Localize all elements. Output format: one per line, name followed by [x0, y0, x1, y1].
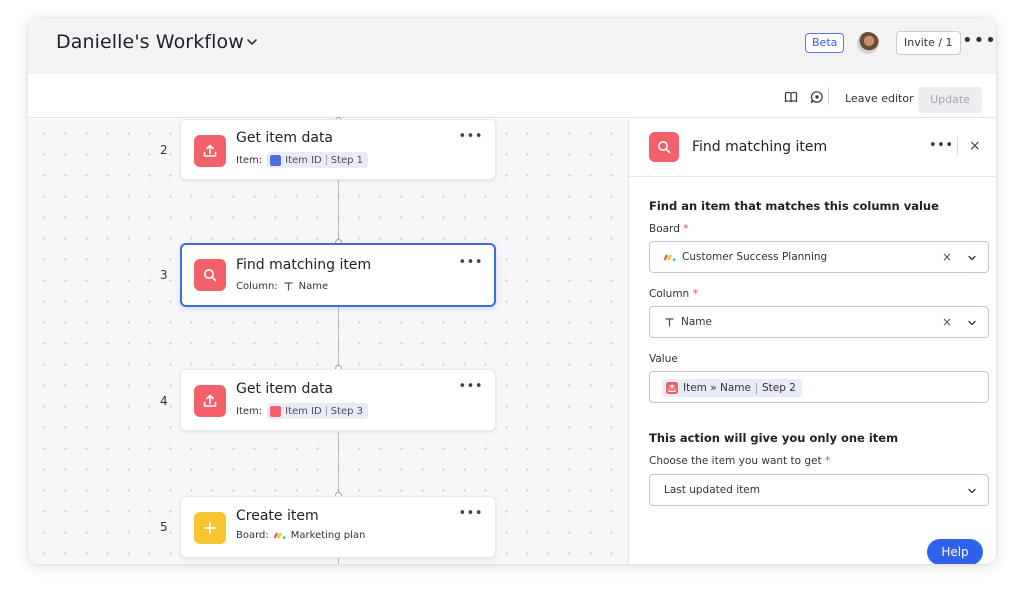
- required-mark: *: [824, 455, 831, 467]
- chip-step: Step 3: [330, 405, 364, 417]
- text-column-icon: [284, 282, 293, 291]
- step-title: Create item: [236, 508, 319, 524]
- value-token-text: Item » Name: [683, 382, 751, 394]
- step-summary: Item: Item ID Step 3: [236, 403, 369, 419]
- clear-column-icon[interactable]: ×: [942, 315, 952, 329]
- board-logo-icon: [664, 254, 676, 261]
- leave-editor-button[interactable]: Leave editor: [845, 92, 914, 105]
- board-value: Customer Success Planning: [682, 251, 828, 263]
- step-field-label: Column:: [236, 281, 278, 292]
- column-value: Name: [681, 316, 712, 328]
- upload-icon: [194, 385, 226, 417]
- connector-line: [338, 432, 339, 496]
- toolbar-divider: [828, 87, 829, 105]
- workflow-step-card[interactable]: Create item Board: Marketing plan •••: [180, 496, 496, 558]
- workflow-header: Danielle's Workflow Beta Invite / 1 •••: [28, 18, 996, 74]
- choose-item-label: Choose the item you want to get *: [649, 455, 830, 467]
- text-column-icon: [665, 317, 674, 326]
- step-title: Find matching item: [236, 257, 372, 273]
- column-select-value: Name: [664, 316, 712, 328]
- section-title: Find an item that matches this column va…: [649, 199, 939, 213]
- more-options-icon[interactable]: •••: [962, 32, 996, 50]
- beta-badge: Beta: [805, 33, 845, 53]
- step-config-panel: Find matching item ••• × Find an item th…: [628, 119, 996, 564]
- chevron-down-icon[interactable]: [966, 252, 978, 264]
- connector-line: [338, 558, 339, 564]
- chevron-down-icon[interactable]: [966, 317, 978, 329]
- workflow-step-card-selected[interactable]: Find matching item Column: Name •••: [180, 243, 496, 307]
- required-mark: *: [692, 288, 698, 300]
- search-icon: [649, 132, 679, 162]
- item-choice-value: Last updated item: [664, 484, 760, 496]
- item-id-chip[interactable]: Item ID Step 3: [267, 403, 369, 419]
- editor-toolbar: Leave editor Update: [28, 74, 996, 118]
- step-summary: Item: Item ID Step 1: [236, 152, 369, 168]
- board-select-value: Customer Success Planning: [664, 251, 827, 263]
- step-number: 3: [160, 268, 168, 282]
- step-summary: Board: Marketing plan: [236, 530, 365, 541]
- search-icon: [270, 405, 282, 417]
- chip-step: Step 1: [330, 154, 364, 166]
- panel-header-divider: [957, 137, 958, 155]
- column-select[interactable]: Name ×: [649, 306, 989, 338]
- board-logo-icon: [273, 532, 286, 539]
- required-mark: *: [683, 223, 689, 235]
- panel-more-icon[interactable]: •••: [929, 138, 954, 153]
- upload-icon: [666, 382, 678, 394]
- step-field-label: Board:: [236, 530, 269, 541]
- clear-board-icon[interactable]: ×: [942, 250, 952, 264]
- search-icon: [194, 259, 226, 291]
- step-summary: Column: Name: [236, 281, 328, 292]
- step-number: 2: [160, 143, 168, 157]
- column-label: Column *: [649, 288, 698, 300]
- panel-title: Find matching item: [692, 139, 828, 155]
- board-label: Board *: [649, 223, 688, 235]
- value-label: Value: [649, 353, 678, 365]
- step-number: 4: [160, 394, 168, 408]
- update-button[interactable]: Update: [918, 87, 982, 113]
- item-id-chip[interactable]: Item ID Step 1: [267, 152, 369, 168]
- chevron-down-icon[interactable]: [966, 485, 978, 497]
- chip-text: Item ID: [285, 154, 322, 166]
- item-choice-select[interactable]: Last updated item: [649, 474, 989, 506]
- workflow-step-card[interactable]: Get item data Item: Item ID Step 1 •••: [180, 119, 496, 180]
- card-more-icon[interactable]: •••: [458, 506, 483, 521]
- chat-icon[interactable]: [810, 90, 824, 104]
- step-field-label: Item:: [236, 154, 263, 166]
- workflow-title[interactable]: Danielle's Workflow: [56, 31, 244, 53]
- workflow-editor-window: Danielle's Workflow Beta Invite / 1 ••• …: [28, 18, 996, 564]
- step-number: 5: [160, 520, 168, 534]
- invite-button[interactable]: Invite / 1: [896, 31, 961, 55]
- column-name: Name: [298, 281, 329, 292]
- card-more-icon[interactable]: •••: [458, 379, 483, 394]
- board-select[interactable]: Customer Success Planning ×: [649, 241, 989, 273]
- connector-line: [338, 180, 339, 243]
- upload-icon: [194, 135, 226, 167]
- avatar[interactable]: [857, 32, 879, 54]
- book-icon[interactable]: [784, 90, 798, 104]
- choose-item-label-text: Choose the item you want to get: [649, 455, 822, 467]
- chevron-down-icon[interactable]: [244, 34, 260, 50]
- board-label-text: Board: [649, 223, 680, 235]
- column-label-text: Column: [649, 288, 690, 300]
- workflow-canvas[interactable]: 2 Get item data Item: Item ID Step 1 •••…: [28, 117, 628, 564]
- value-field[interactable]: Item » Name Step 2: [649, 371, 989, 403]
- section-title: This action will give you only one item: [649, 431, 899, 445]
- step-field-label: Item:: [236, 405, 263, 417]
- card-more-icon[interactable]: •••: [458, 129, 483, 144]
- panel-header: Find matching item ••• ×: [629, 119, 996, 177]
- connector-line: [338, 307, 339, 369]
- value-token-chip[interactable]: Item » Name Step 2: [662, 379, 802, 397]
- chip-text: Item ID: [285, 405, 322, 417]
- close-icon[interactable]: ×: [969, 138, 981, 154]
- card-more-icon[interactable]: •••: [458, 255, 483, 270]
- value-token-step: Step 2: [761, 382, 796, 394]
- step-title: Get item data: [236, 130, 334, 146]
- step-title: Get item data: [236, 381, 334, 397]
- board-name: Marketing plan: [290, 530, 366, 541]
- plus-icon: [194, 512, 226, 544]
- workflow-step-card[interactable]: Get item data Item: Item ID Step 3 •••: [180, 369, 496, 431]
- help-button[interactable]: Help: [927, 539, 983, 564]
- column-icon: [270, 154, 282, 166]
